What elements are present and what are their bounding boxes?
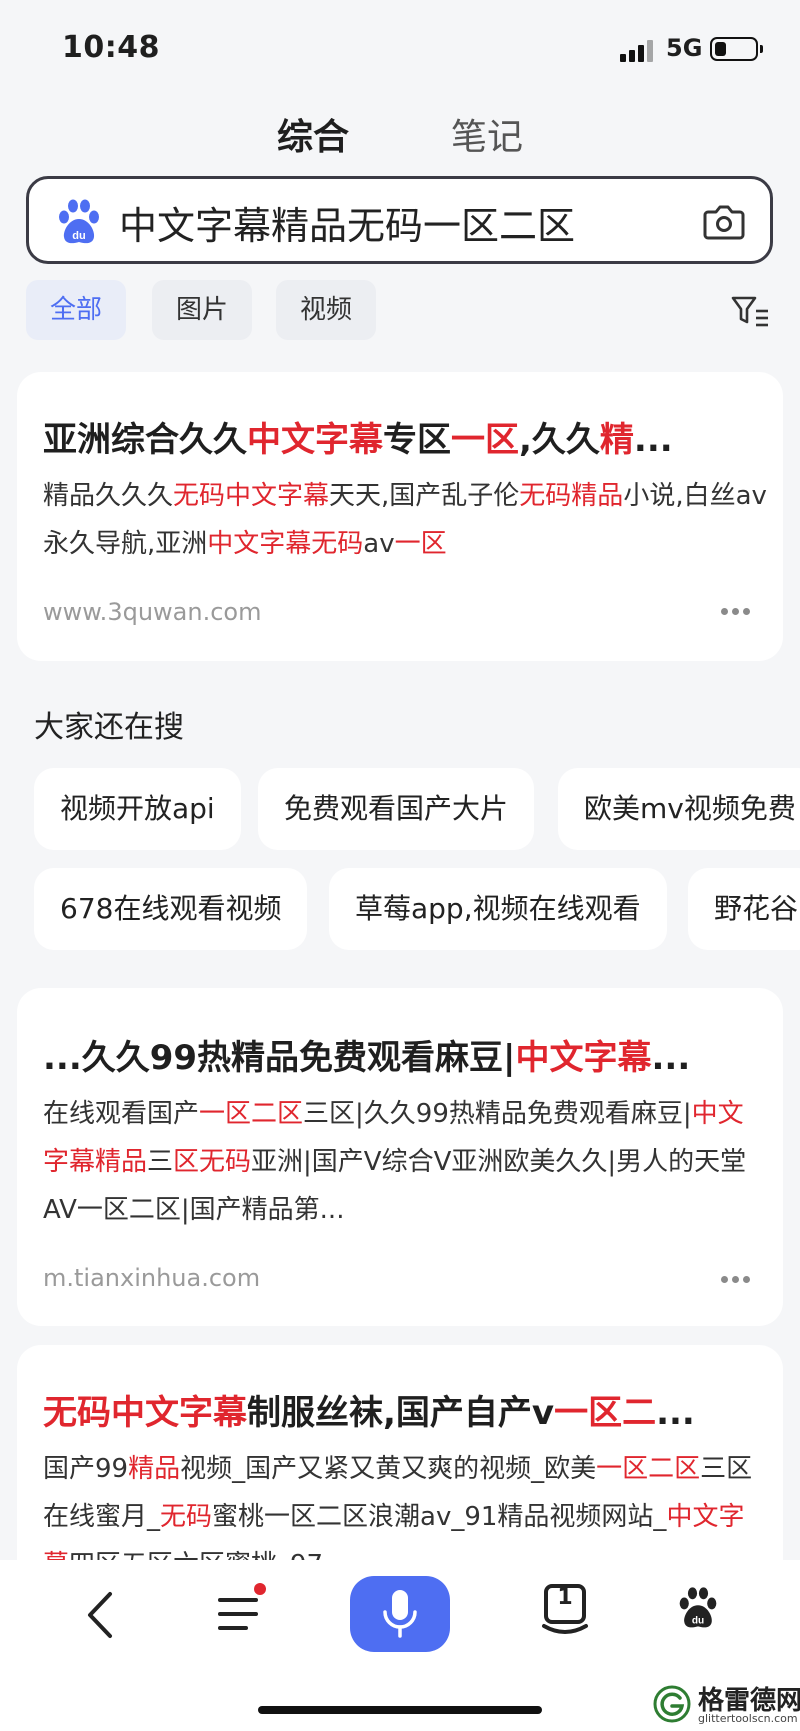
text-segment: ...: [633, 420, 673, 460]
highlighted-keyword: 中文字幕: [247, 420, 383, 460]
result-title[interactable]: 亚洲综合久久中文字幕专区一区,久久精...: [43, 412, 743, 461]
text-segment: 精品久久久: [43, 481, 174, 511]
top-tabs: 综合 笔记: [0, 108, 800, 164]
back-icon[interactable]: [82, 1590, 118, 1640]
network-label: 5G: [666, 34, 703, 62]
highlighted-keyword: 中文字幕: [515, 1038, 652, 1078]
camera-icon[interactable]: [702, 199, 746, 243]
filter-images[interactable]: 图片: [152, 280, 253, 340]
highlighted-keyword: 无码中文字幕: [173, 481, 330, 511]
text-segment: 亚洲综合久久: [43, 420, 247, 460]
related-search-chip[interactable]: 草莓app,视频在线观看: [329, 868, 667, 950]
text-segment: ...: [651, 1038, 691, 1078]
highlighted-keyword: 一区二: [554, 1393, 657, 1433]
home-indicator: [258, 1706, 542, 1714]
svg-text:du: du: [692, 1616, 704, 1627]
battery-fill: [715, 42, 726, 56]
search-box[interactable]: du 中文字幕精品无码一区二区: [26, 176, 773, 264]
text-segment: ...: [656, 1393, 695, 1433]
filter-row: 全部 图片 视频: [0, 280, 800, 340]
highlighted-keyword: 一区二区: [596, 1454, 701, 1484]
highlighted-keyword: 一区: [451, 420, 519, 460]
text-segment: 专区: [383, 420, 451, 460]
search-input[interactable]: 中文字幕精品无码一区二区: [119, 195, 575, 250]
highlighted-keyword: 中文字幕无码: [207, 529, 364, 559]
result-description: 精品久久久无码中文字幕天天,国产乱子伦无码精品小说,白丝av永久导航,亚洲中文字…: [43, 472, 767, 568]
status-time: 10:48: [62, 30, 160, 65]
text-segment: av: [363, 529, 395, 559]
related-searches-title: 大家还在搜: [34, 710, 184, 745]
text-segment: ...久久99热精品免费观看麻豆|: [43, 1038, 516, 1078]
status-bar: 10:48 5G: [0, 0, 800, 95]
baidu-paw-icon: du: [59, 199, 99, 244]
related-search-chip[interactable]: 欧美mv视频免费: [558, 768, 800, 850]
related-search-chip[interactable]: 免费观看国产大片: [258, 768, 535, 850]
related-search-chip[interactable]: 野花谷: [688, 868, 800, 950]
result-url[interactable]: m.tianxinhua.com: [43, 1264, 260, 1292]
watermark-logo-icon: [653, 1685, 691, 1723]
result-title[interactable]: ...久久99热精品免费观看麻豆|中文字幕...: [43, 1030, 743, 1079]
related-search-chip[interactable]: 视频开放api: [34, 768, 241, 850]
highlighted-keyword: 无码精品: [519, 481, 624, 511]
result-description: 在线观看国产一区二区三区|久久99热精品免费观看麻豆|中文字幕精品三区无码亚洲|…: [43, 1090, 767, 1234]
text-segment: 国产99: [43, 1454, 129, 1484]
text-segment: 在线观看国产: [43, 1099, 200, 1129]
text-segment: 蜜桃一区二区浪潮av_91精品视频网站_: [212, 1502, 667, 1532]
text-segment: 三: [147, 1147, 174, 1177]
text-segment: ,久久: [519, 420, 600, 460]
more-options-icon[interactable]: [721, 1276, 751, 1284]
text-segment: 三区|久久99热精品免费观看麻豆|: [303, 1099, 692, 1129]
filter-funnel-icon[interactable]: [730, 294, 770, 328]
filter-videos[interactable]: 视频: [276, 280, 377, 340]
filter-all[interactable]: 全部: [26, 280, 127, 340]
tab-comprehensive[interactable]: 综合: [277, 108, 349, 160]
tab-count: 1: [557, 1585, 573, 1610]
highlighted-keyword: 一区二区: [199, 1099, 304, 1129]
microphone-icon: [383, 1590, 417, 1638]
tabs-button[interactable]: 1: [540, 1582, 590, 1636]
highlighted-keyword: 无码中文字幕: [43, 1393, 247, 1433]
result-title[interactable]: 无码中文字幕制服丝袜,国产自产v一区二...: [43, 1385, 743, 1434]
text-segment: 视频_国产又紧又黄又爽的视频_欧美: [180, 1454, 597, 1484]
text-segment: 制服丝袜,国产自产v: [247, 1393, 555, 1433]
watermark-domain: glittertoolscn.com: [698, 1712, 798, 1725]
highlighted-keyword: 一区: [394, 529, 447, 559]
highlighted-keyword: 无码: [160, 1502, 213, 1532]
tab-notes[interactable]: 笔记: [451, 108, 523, 160]
result-card[interactable]: ...久久99热精品免费观看麻豆|中文字幕... 在线观看国产一区二区三区|久久…: [17, 988, 783, 1326]
notification-dot: [254, 1583, 266, 1595]
baidu-home-icon[interactable]: du: [676, 1584, 720, 1632]
highlighted-keyword: 精: [599, 420, 634, 460]
highlighted-keyword: 区无码: [173, 1147, 252, 1177]
voice-search-button[interactable]: [350, 1576, 450, 1652]
related-search-chip[interactable]: 678在线观看视频: [34, 868, 308, 950]
signal-icon: [620, 38, 656, 62]
result-card[interactable]: 亚洲综合久久中文字幕专区一区,久久精... 精品久久久无码中文字幕天天,国产乱子…: [17, 372, 783, 661]
menu-icon[interactable]: [216, 1582, 268, 1642]
more-options-icon[interactable]: [721, 608, 751, 616]
highlighted-keyword: 精品: [128, 1454, 181, 1484]
result-url[interactable]: www.3quwan.com: [43, 598, 261, 626]
svg-text:du: du: [72, 230, 85, 242]
text-segment: 天天,国产乱子伦: [329, 481, 520, 511]
battery-icon: [710, 37, 763, 61]
